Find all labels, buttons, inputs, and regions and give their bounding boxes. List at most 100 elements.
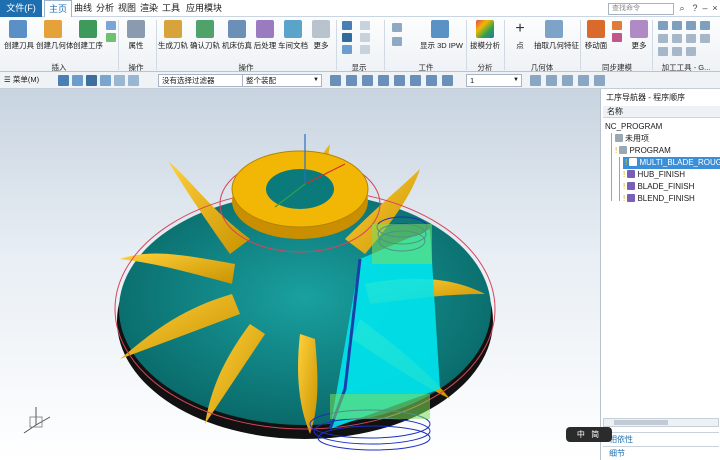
process-group-label: 操作: [238, 63, 254, 72]
menu-button[interactable]: ☰ 菜单(M): [4, 74, 39, 86]
point-icon: +: [515, 20, 525, 37]
display-toolpath-icon[interactable]: [342, 21, 352, 30]
command-search-input[interactable]: 查找命令: [608, 3, 674, 15]
display-tool-icon[interactable]: [342, 45, 352, 54]
display-option-icon[interactable]: [360, 21, 370, 30]
operation-icon: [627, 182, 636, 190]
tree-item-hub-finish[interactable]: ! HUB_FINISH: [623, 169, 685, 181]
small-tool-icon[interactable]: [106, 21, 116, 30]
generate-toolpath-button[interactable]: 生成刀轨: [158, 20, 188, 60]
create-operation-button[interactable]: 创建工序: [72, 20, 104, 60]
more-process-button[interactable]: 更多: [310, 20, 332, 60]
operation-icon: [627, 194, 636, 202]
verify-toolpath-button[interactable]: 确认刀轨: [190, 20, 220, 60]
move-face-button[interactable]: 移动面: [584, 20, 608, 60]
workpiece-icon[interactable]: [392, 37, 402, 46]
point-button[interactable]: + 点: [510, 20, 530, 60]
close-icon[interactable]: ×: [710, 3, 720, 13]
display-ipw-icon[interactable]: [342, 33, 352, 42]
machining-tool-icon[interactable]: [672, 47, 682, 56]
folder-icon: [619, 146, 628, 154]
toolpath-mesh: [372, 224, 432, 264]
snap-icon[interactable]: [362, 75, 373, 86]
draft-analysis-button[interactable]: 拔模分析: [470, 20, 500, 60]
select-icon[interactable]: [58, 75, 69, 86]
tree-item-nc-program[interactable]: NC_PROGRAM: [605, 121, 662, 133]
minimize-icon[interactable]: –: [700, 3, 710, 13]
sync-option-icon[interactable]: [612, 21, 622, 30]
select-icon[interactable]: [128, 75, 139, 86]
machining-tool-icon[interactable]: [672, 21, 682, 30]
display-3d-ipw-button[interactable]: 显示 3D IPW: [420, 20, 463, 60]
name-column-header[interactable]: 名称: [603, 106, 720, 118]
machine-simulation-button[interactable]: 机床仿真: [222, 20, 252, 60]
count-select[interactable]: 1 ▼: [466, 74, 522, 87]
view-icon[interactable]: [594, 75, 605, 86]
tree-item-multi-blade-rough[interactable]: ! MULTI_BLADE_ROUGH: [623, 157, 720, 169]
view-icon[interactable]: [546, 75, 557, 86]
snap-icon[interactable]: [410, 75, 421, 86]
select-icon[interactable]: [114, 75, 125, 86]
tree-item-blend-finish[interactable]: ! BLEND_FINISH: [623, 193, 695, 205]
properties-button[interactable]: 属性: [124, 20, 148, 60]
tree-item-blade-finish[interactable]: ! BLADE_FINISH: [623, 181, 694, 193]
more-sync-button[interactable]: 更多: [628, 20, 650, 60]
select-icon[interactable]: [86, 75, 97, 86]
display-option-icon[interactable]: [360, 33, 370, 42]
machining-tool-icon[interactable]: [672, 34, 682, 43]
snap-icon[interactable]: [442, 75, 453, 86]
shop-documentation-button[interactable]: 车间文档: [278, 20, 308, 60]
properties-icon: [127, 20, 145, 38]
search-icon[interactable]: ⌕: [677, 3, 687, 13]
horizontal-scrollbar[interactable]: [603, 418, 719, 427]
select-icon[interactable]: [72, 75, 83, 86]
select-icon[interactable]: [100, 75, 111, 86]
machining-tool-icon[interactable]: [700, 34, 710, 43]
assembly-scope-select[interactable]: 整个装配 ▼: [242, 74, 322, 87]
extract-geometry-button[interactable]: 抽取几何特征: [534, 20, 579, 60]
machining-tool-icon[interactable]: [700, 21, 710, 30]
create-tool-button[interactable]: 创建刀具: [4, 20, 34, 60]
file-menu-button[interactable]: 文件(F): [0, 0, 42, 17]
shop-documentation-icon: [284, 20, 302, 38]
snap-icon[interactable]: [394, 75, 405, 86]
view-icon[interactable]: [578, 75, 589, 86]
status-icon: !: [625, 158, 628, 167]
tree-connector: [619, 157, 620, 201]
view-icon[interactable]: [530, 75, 541, 86]
machining-tool-icon[interactable]: [686, 47, 696, 56]
postprocess-button[interactable]: 后处理: [252, 20, 278, 60]
machining-tool-icon[interactable]: [658, 21, 668, 30]
sync-option-icon[interactable]: [612, 33, 622, 42]
tree-item-program[interactable]: ! PROGRAM: [615, 145, 671, 157]
display-option-icon[interactable]: [360, 45, 370, 54]
snap-icon[interactable]: [426, 75, 437, 86]
dependencies-section[interactable]: 相依性: [603, 432, 719, 445]
status-icon: !: [623, 182, 626, 191]
small-geometry-icon[interactable]: [106, 33, 116, 42]
view-icon[interactable]: [562, 75, 573, 86]
verify-toolpath-icon: [196, 20, 214, 38]
create-geometry-button[interactable]: 创建几何体: [36, 20, 74, 60]
analysis-group-label: 分析: [477, 63, 493, 72]
ime-indicator[interactable]: 中 简: [566, 427, 612, 442]
tab-tools[interactable]: 工具: [158, 0, 184, 17]
tab-application[interactable]: 应用模块: [182, 0, 226, 17]
machining-tool-icon[interactable]: [658, 47, 668, 56]
snap-icon[interactable]: [330, 75, 341, 86]
details-section[interactable]: 细节: [603, 446, 719, 459]
toolpath-mesh: [330, 394, 430, 419]
tree-item-unused[interactable]: 未用项: [615, 133, 649, 145]
separator: [156, 20, 157, 70]
ipw-icon: [431, 20, 449, 38]
machining-tool-icon[interactable]: [658, 34, 668, 43]
scrollbar-thumb[interactable]: [614, 420, 668, 425]
tab-home[interactable]: 主页: [44, 0, 73, 18]
snap-icon[interactable]: [346, 75, 357, 86]
snap-icon[interactable]: [378, 75, 389, 86]
workpiece-icon[interactable]: [392, 23, 402, 32]
help-icon[interactable]: ?: [690, 3, 700, 13]
graphics-viewport[interactable]: [0, 89, 600, 460]
machining-tool-icon[interactable]: [686, 21, 696, 30]
machining-tool-icon[interactable]: [686, 34, 696, 43]
